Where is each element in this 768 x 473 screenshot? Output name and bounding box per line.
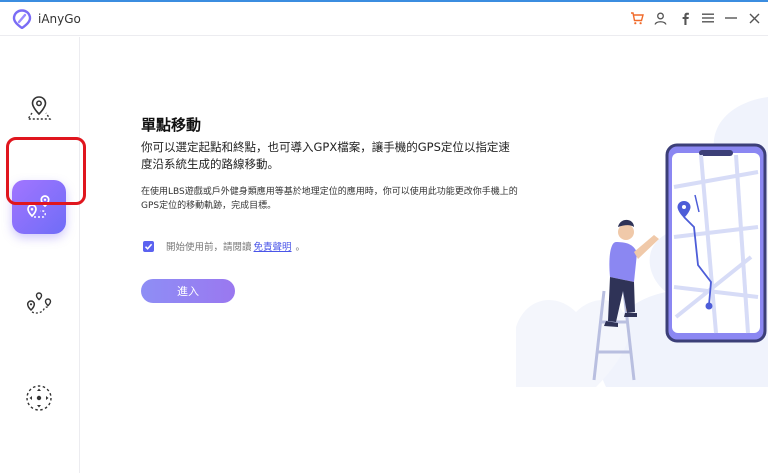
app-logo-icon: [12, 9, 32, 29]
sidebar-item-joystick-movement[interactable]: [12, 371, 66, 425]
cart-icon[interactable]: [628, 9, 646, 27]
disclaimer-agreement: 開始使用前，請閱讀 免責聲明 。: [143, 239, 305, 253]
close-icon[interactable]: [745, 9, 763, 27]
menu-icon[interactable]: [699, 9, 717, 27]
page-description: 你可以選定起點和終點，也可導入GPX檔案，讓手機的GPS定位以指定速度沿系統生成…: [141, 140, 510, 171]
agreement-text: 開始使用前，請閱讀: [166, 242, 252, 253]
joystick-icon: [26, 385, 52, 411]
phone-map-illustration: [516, 97, 768, 387]
page-note: 在使用LBS遊戲或戶外健身類應用等基於地理定位的應用時，你可以使用此功能更改你手…: [141, 187, 518, 211]
minimize-icon[interactable]: [722, 9, 740, 27]
active-mode-highlight: [6, 137, 86, 205]
user-icon[interactable]: [651, 9, 669, 27]
enter-button[interactable]: 進入: [141, 279, 235, 303]
sidebar-item-multi-point-movement[interactable]: [12, 277, 66, 331]
app-name: iAnyGo: [38, 12, 81, 26]
facebook-icon[interactable]: [676, 9, 694, 27]
disclaimer-link[interactable]: 免責聲明: [254, 239, 292, 253]
page-title: 單點移動: [141, 116, 202, 134]
mode-sidebar: [0, 37, 80, 473]
agreement-suffix: 。: [295, 242, 306, 253]
title-bar: iAnyGo: [0, 2, 768, 36]
main-panel: 單點移動 你可以選定起點和終點，也可導入GPX檔案，讓手機的GPS定位以指定速度…: [81, 37, 768, 473]
location-pin-icon: [26, 96, 52, 120]
multi-route-icon: [26, 292, 52, 314]
sidebar-item-location-change[interactable]: [12, 81, 66, 135]
agree-checkbox[interactable]: [143, 240, 154, 252]
